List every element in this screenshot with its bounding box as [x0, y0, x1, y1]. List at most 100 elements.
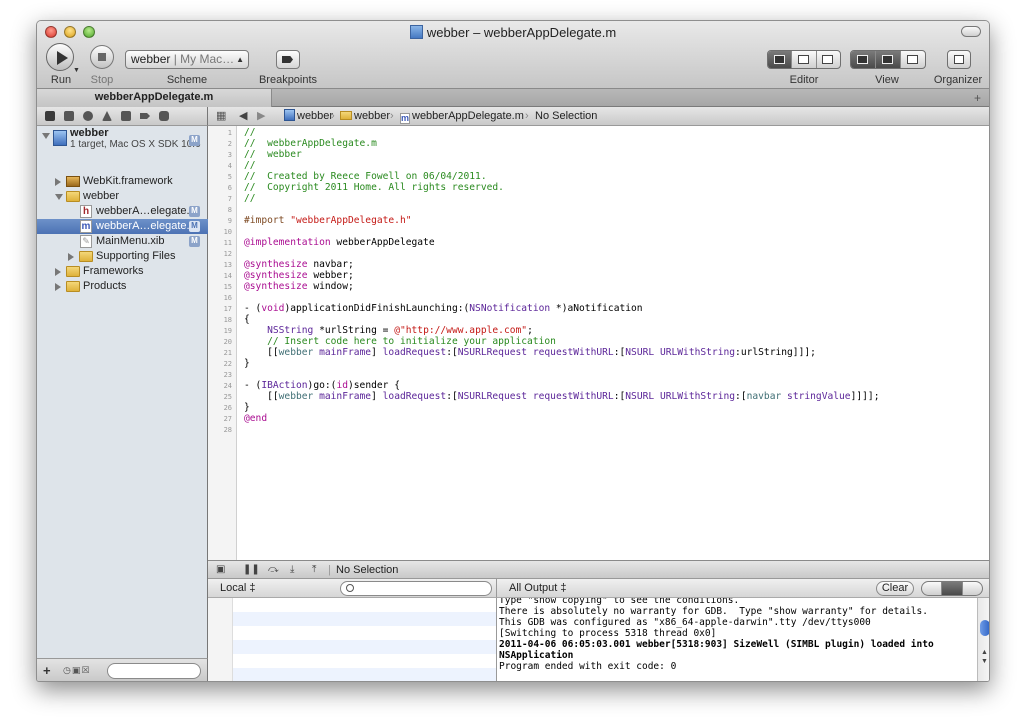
debug-area-toggle-button[interactable]	[876, 51, 901, 68]
code-line: }	[244, 402, 250, 413]
breadcrumb-selection[interactable]: No Selection	[535, 107, 597, 125]
line-number: 3	[227, 151, 232, 159]
disclosure-closed-icon[interactable]	[55, 178, 61, 186]
pause-icon[interactable]: ❚❚	[243, 561, 260, 579]
tree-item-header-file[interactable]: h webberA…elegate.h M	[37, 204, 208, 219]
variables-list[interactable]	[208, 598, 497, 681]
step-out-icon[interactable]: ⤒	[312, 561, 316, 579]
variables-search-input[interactable]	[340, 581, 492, 596]
run-button[interactable]	[46, 43, 74, 71]
breadcrumb-group[interactable]: webber	[340, 107, 390, 125]
view-segmented-control[interactable]	[850, 50, 926, 69]
scheme-popup[interactable]: webber | My Mac…▲▼	[125, 50, 249, 69]
organizer-button[interactable]	[947, 50, 971, 69]
disclosure-closed-icon[interactable]	[55, 283, 61, 291]
console-line: 2011-04-06 06:05:03.001 webber[5318:903]…	[499, 639, 934, 650]
utilities-toggle-button[interactable]	[901, 51, 925, 68]
console-scrollbar[interactable]: ▲ ▼	[977, 598, 989, 681]
code-line: //	[244, 193, 256, 204]
project-navigator-icon[interactable]	[45, 111, 55, 121]
line-number: 6	[227, 184, 232, 192]
log-navigator-icon[interactable]	[159, 111, 169, 121]
disclosure-closed-icon[interactable]	[55, 268, 61, 276]
console-output-filter-popup[interactable]: All Output ‡	[509, 582, 566, 594]
add-tab-button[interactable]: +	[974, 91, 981, 105]
breadcrumb-project[interactable]: webber	[284, 107, 333, 125]
line-number: 25	[223, 393, 232, 401]
console-scroll-thumb[interactable]	[980, 620, 989, 636]
view-label: View	[875, 74, 899, 86]
navigator-filter-input[interactable]	[107, 663, 201, 679]
disclosure-open-icon[interactable]	[42, 133, 50, 139]
modified-badge: M	[189, 221, 200, 232]
line-number: 27	[223, 415, 232, 423]
disclosure-closed-icon[interactable]	[68, 253, 74, 261]
toolbar-toggle-button[interactable]	[961, 26, 981, 37]
forward-arrow-icon[interactable]: ▶	[257, 107, 265, 125]
scroll-arrows-icon[interactable]: ▲ ▼	[981, 648, 988, 666]
line-number-gutter[interactable]: 1 2 3 4 5 6 7 8 9 10 11 12 13 14 15 16 17 18 19 20 21 22 23 24 2…	[208, 126, 237, 560]
filter-toggle-icons[interactable]: ◷▣☒	[63, 665, 90, 676]
code-line: @synthesize navbar;	[244, 259, 354, 270]
tree-item-supporting-files[interactable]: Supporting Files	[37, 249, 208, 264]
standard-editor-button[interactable]	[768, 51, 793, 68]
version-editor-button[interactable]	[817, 51, 840, 68]
folder-icon	[66, 266, 80, 277]
search-navigator-icon[interactable]	[83, 111, 93, 121]
console-output[interactable]: Type "show copying" to see the condition…	[497, 598, 989, 681]
tree-item-frameworks[interactable]: Frameworks	[37, 264, 208, 279]
tree-item-products[interactable]: Products	[37, 279, 208, 294]
debug-navigator-icon[interactable]	[121, 111, 131, 121]
tree-item-project[interactable]: webber 1 target, Mac OS X SDK 10.6 M	[37, 127, 208, 154]
navigator-pane-icon	[857, 54, 868, 64]
assistant-editor-button[interactable]	[792, 51, 817, 68]
variables-scope-popup[interactable]: Local ‡	[220, 582, 255, 594]
line-number: 14	[223, 272, 232, 280]
breakpoints-button[interactable]	[276, 50, 300, 69]
code-line: {	[244, 314, 250, 325]
line-number: 2	[227, 140, 232, 148]
step-into-icon[interactable]: ⤓	[290, 561, 294, 579]
source-editor[interactable]: 1 2 3 4 5 6 7 8 9 10 11 12 13 14 15 16 17 18 19 20 21 22 23 24 2…	[208, 126, 989, 560]
line-number: 11	[223, 239, 232, 247]
line-number: 24	[223, 382, 232, 390]
line-number: 4	[227, 162, 232, 170]
split-view-button[interactable]	[942, 582, 963, 595]
related-items-icon[interactable]: ▦	[216, 107, 226, 125]
tree-item-mainmenu-xib[interactable]: ✎ MainMenu.xib M	[37, 234, 208, 249]
code-line: // Copyright 2011 Home. All rights reser…	[244, 182, 504, 193]
add-file-button[interactable]: +	[43, 663, 51, 678]
tree-item-webkit-framework[interactable]: WebKit.framework	[37, 174, 208, 189]
project-file-icon	[409, 25, 423, 39]
project-navigator: webber 1 target, Mac OS X SDK 10.6 M Web…	[37, 126, 208, 658]
code-line: - (void)applicationDidFinishLaunching:(N…	[244, 303, 643, 314]
step-over-icon[interactable]: ⤼	[268, 561, 279, 579]
debug-pane-icon	[882, 54, 893, 64]
clear-console-button[interactable]: Clear	[876, 581, 914, 596]
organizer-label: Organizer	[933, 74, 983, 86]
issue-navigator-icon[interactable]	[102, 111, 112, 121]
tree-item-webber-group[interactable]: webber	[37, 189, 208, 204]
disclosure-open-icon[interactable]	[55, 194, 63, 200]
variables-only-button[interactable]	[922, 582, 943, 595]
editor-mode-segmented-control[interactable]	[767, 50, 841, 69]
version-editor-icon	[822, 54, 834, 64]
run-menu-arrow-icon[interactable]: ▼	[73, 67, 80, 74]
breadcrumb-file[interactable]: m webberAppDelegate.m	[400, 107, 524, 125]
symbol-navigator-icon[interactable]	[64, 111, 74, 121]
console-only-button[interactable]	[963, 582, 982, 595]
stop-label: Stop	[90, 74, 114, 86]
console-layout-segmented-control[interactable]	[921, 581, 983, 596]
tree-item-implementation-file[interactable]: m webberA…elegate.m M	[37, 219, 208, 234]
navigator-toggle-button[interactable]	[851, 51, 876, 68]
stop-button[interactable]	[90, 45, 114, 69]
debug-selection-label[interactable]: No Selection	[336, 561, 398, 579]
back-arrow-icon[interactable]: ◀	[239, 107, 247, 125]
utilities-pane-icon	[907, 54, 918, 64]
line-number: 19	[223, 327, 232, 335]
hide-debug-area-icon[interactable]: ▣	[216, 561, 225, 579]
tab-bar: webberAppDelegate.m +	[37, 89, 989, 107]
breakpoint-navigator-icon[interactable]	[140, 113, 150, 119]
tab-webberappdelegate-m[interactable]: webberAppDelegate.m	[37, 89, 272, 107]
xcode-window: webber – webberAppDelegate.m ▼ webber | …	[36, 20, 990, 682]
